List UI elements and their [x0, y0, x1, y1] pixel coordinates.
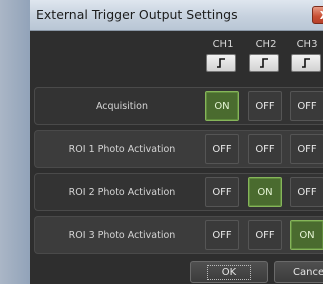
title-bar[interactable]: External Trigger Output Settings X [30, 0, 323, 31]
trigger-row-roi3: ROI 3 Photo Activation OFF OFF ON [34, 216, 323, 254]
trigger-row-roi1: ROI 1 Photo Activation OFF OFF OFF [34, 130, 323, 168]
cancel-button[interactable]: Cancel [274, 261, 323, 283]
toggle-acquisition-ch2[interactable]: OFF [248, 91, 282, 121]
desktop-background [0, 0, 30, 284]
cancel-button-label: Cancel [293, 266, 323, 278]
toggle-roi1-ch2[interactable]: OFF [248, 134, 282, 164]
window-title: External Trigger Output Settings [36, 7, 238, 22]
toggle-roi2-ch1[interactable]: OFF [205, 177, 239, 207]
rising-edge-icon [302, 58, 310, 68]
row-label: Acquisition [95, 100, 149, 112]
toggle-roi3-ch1[interactable]: OFF [205, 220, 239, 250]
ok-button-label: OK [206, 264, 252, 280]
rising-edge-icon [217, 58, 225, 68]
ch3-edge-button[interactable] [291, 54, 321, 72]
toggle-roi3-ch2[interactable]: OFF [248, 220, 282, 250]
trigger-row-acquisition: Acquisition ON OFF OFF [34, 87, 323, 125]
toggle-roi3-ch3[interactable]: ON [290, 220, 323, 250]
toggle-roi1-ch1[interactable]: OFF [205, 134, 239, 164]
dialog-client-area: CH1 CH2 CH3 Acquisition ON OFF OFF ROI 1… [30, 31, 323, 284]
ok-button[interactable]: OK [190, 261, 268, 283]
ch1-edge-button[interactable] [206, 54, 236, 72]
row-label: ROI 1 Photo Activation [68, 143, 176, 155]
channel-header-ch3: CH3 [296, 39, 318, 50]
rising-edge-icon [260, 58, 268, 68]
toggle-roi1-ch3[interactable]: OFF [290, 134, 323, 164]
toggle-roi2-ch3[interactable]: OFF [290, 177, 323, 207]
toggle-roi2-ch2[interactable]: ON [248, 177, 282, 207]
row-label: ROI 2 Photo Activation [68, 186, 176, 198]
channel-header-ch1: CH1 [212, 39, 234, 50]
row-label: ROI 3 Photo Activation [68, 229, 176, 241]
ch2-edge-button[interactable] [249, 54, 279, 72]
trigger-row-roi2: ROI 2 Photo Activation OFF ON OFF [34, 173, 323, 211]
toggle-acquisition-ch3[interactable]: OFF [290, 91, 323, 121]
close-button[interactable]: X [312, 6, 323, 24]
channel-header-ch2: CH2 [255, 39, 277, 50]
toggle-acquisition-ch1[interactable]: ON [205, 91, 239, 121]
